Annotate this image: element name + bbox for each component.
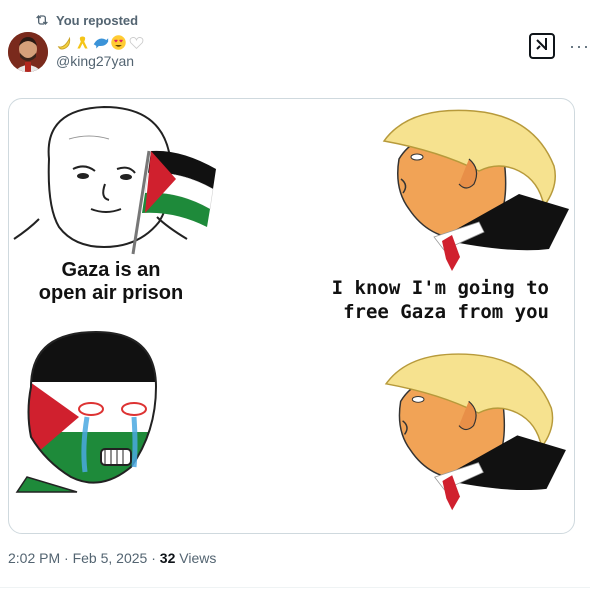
post-time[interactable]: 2:02 PM (8, 550, 60, 566)
crying-wojak-panel (9, 327, 179, 497)
repost-indicator: You reposted (34, 11, 138, 29)
separator: · (151, 550, 156, 566)
repost-icon (34, 12, 50, 28)
display-name[interactable] (56, 32, 276, 52)
post-date[interactable]: Feb 5, 2025 (73, 550, 148, 566)
banana-icon (56, 34, 73, 51)
caption-left: Gaza is an open air prison (38, 259, 184, 304)
post-media[interactable]: Gaza is an open air prison I know I'm go… (8, 98, 575, 534)
white-heart-icon (128, 34, 145, 51)
grok-icon (534, 36, 550, 57)
wojak-flag-panel (9, 99, 269, 259)
yellow-ribbon-icon (74, 34, 91, 51)
author-handle[interactable]: @king27yan (56, 53, 276, 69)
more-options-button[interactable]: ··· (569, 37, 590, 55)
caption-right: I know I'm going to free Gaza from you (331, 277, 549, 323)
avatar[interactable] (8, 32, 48, 72)
author-meta: @king27yan (56, 32, 276, 69)
heart-eyes-icon (110, 34, 127, 51)
header-actions: ··· (529, 33, 590, 59)
separator: · (64, 550, 69, 566)
divider (0, 587, 590, 588)
repost-label[interactable]: You reposted (56, 13, 138, 28)
trump-profile-bottom (381, 343, 571, 518)
grok-button[interactable] (529, 33, 556, 59)
post-metadata: 2:02 PM · Feb 5, 2025 · 32 Views (8, 550, 216, 566)
trump-profile-top (379, 99, 574, 279)
views-count: 32 (159, 550, 176, 566)
views-label: Views (179, 550, 217, 566)
dolphin-icon (92, 34, 109, 51)
